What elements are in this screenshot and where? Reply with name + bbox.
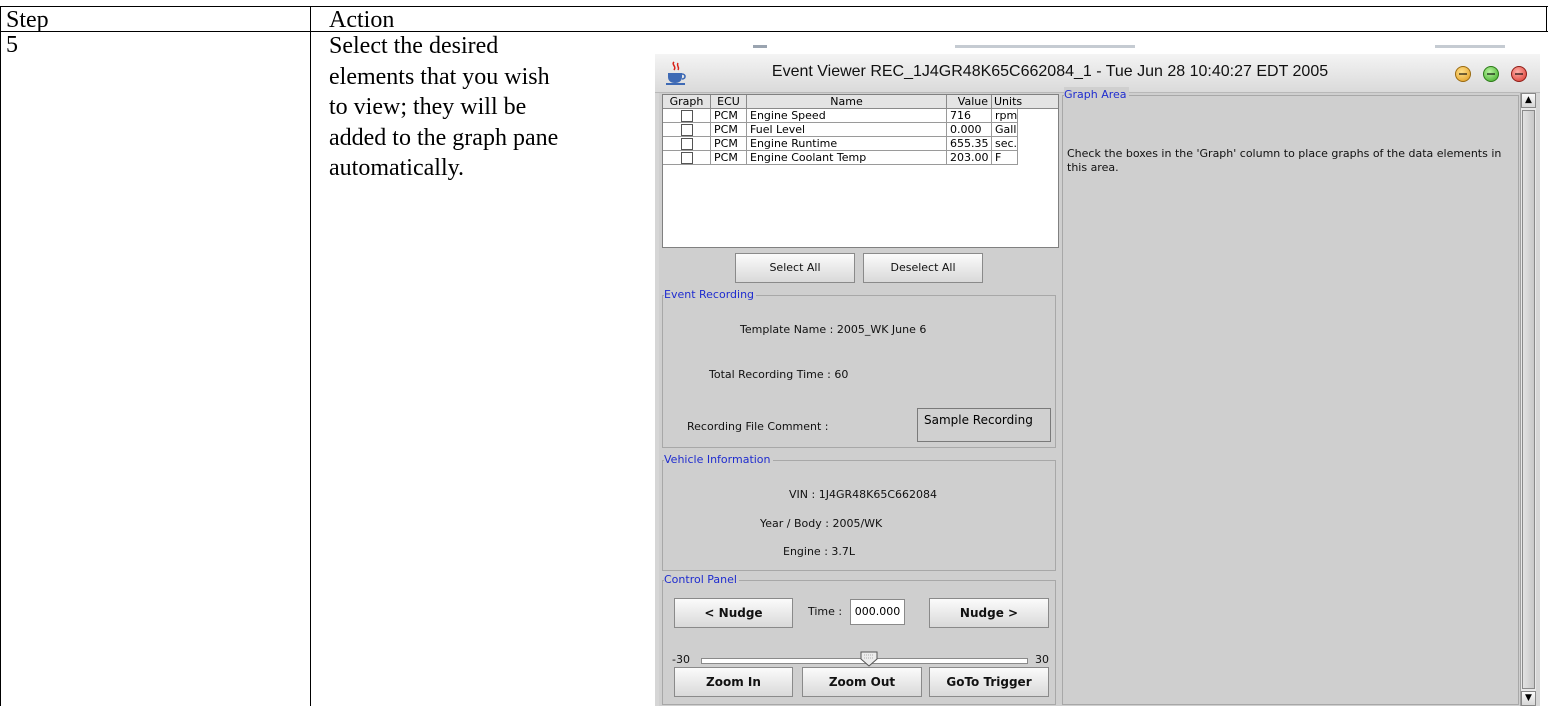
graph-checkbox[interactable] [681, 152, 693, 164]
graph-area-group: Graph Area Check the boxes in the 'Graph… [1062, 87, 1519, 705]
event-viewer-window: Event Viewer REC_1J4GR48K65C662084_1 - T… [655, 44, 1540, 706]
vin-label: VIN : 1J4GR48K65C662084 [789, 488, 937, 501]
column-header-graph[interactable]: Graph [663, 95, 711, 109]
close-icon[interactable] [1511, 66, 1527, 82]
total-recording-time-label: Total Recording Time : 60 [709, 368, 849, 381]
year-body-label: Year / Body : 2005/WK [760, 517, 883, 530]
slider-thumb-icon[interactable] [860, 651, 878, 667]
name-cell: Engine Speed [747, 109, 947, 123]
action-description: Select the desired elements that you wis… [329, 31, 649, 184]
time-label: Time : [808, 605, 843, 618]
units-cell: rpm [992, 109, 1018, 123]
table-top-border [0, 6, 1548, 7]
table-header-divider [0, 31, 1548, 32]
action-line: automatically. [329, 155, 465, 181]
zoom-in-button[interactable]: Zoom In [674, 667, 793, 697]
table-row[interactable]: PCM Engine Runtime 655.35 sec... [663, 137, 1058, 151]
nudge-back-button[interactable]: < Nudge [674, 598, 793, 628]
select-all-button[interactable]: Select All [735, 253, 855, 283]
units-cell: sec... [992, 137, 1018, 151]
control-panel-group: Control Panel < Nudge Time : 000.000 Nud… [662, 572, 1056, 705]
table-row[interactable]: PCM Engine Speed 716 rpm [663, 109, 1058, 123]
table-column-divider [310, 6, 311, 706]
event-recording-group: Event Recording Template Name : 2005_WK … [662, 287, 1056, 448]
column-header-name[interactable]: Name [747, 95, 947, 109]
time-field[interactable]: 000.000 [850, 599, 905, 625]
action-header: Action [329, 7, 395, 33]
graph-cell [663, 123, 711, 137]
action-line: to view; they will be [329, 94, 527, 120]
scroll-up-icon[interactable]: ▲ [1521, 93, 1536, 108]
vehicle-information-title: Vehicle Information [664, 452, 773, 468]
action-line: elements that you wish [329, 63, 550, 90]
action-line: Select the desired [329, 33, 499, 59]
table-left-border [0, 6, 1, 706]
table-right-border [1546, 6, 1547, 32]
graph-area-title: Graph Area [1064, 87, 1129, 103]
table-row[interactable]: PCM Fuel Level 0.000 Gall... [663, 123, 1058, 137]
nudge-forward-button[interactable]: Nudge > [929, 598, 1049, 628]
graph-area-message: Check the boxes in the 'Graph' column to… [1067, 147, 1502, 174]
graph-checkbox[interactable] [681, 110, 693, 122]
graph-cell [663, 137, 711, 151]
slider-min-label: -30 [672, 653, 690, 666]
scrollbar-thumb[interactable] [1522, 110, 1535, 689]
action-line: added to the graph pane [329, 124, 559, 151]
graph-checkbox[interactable] [681, 124, 693, 136]
recording-comment-field[interactable]: Sample Recording [917, 408, 1051, 442]
deselect-all-button[interactable]: Deselect All [863, 253, 983, 283]
graph-cell [663, 109, 711, 123]
control-panel-title: Control Panel [664, 572, 739, 588]
units-cell: Gall... [992, 123, 1018, 137]
maximize-icon[interactable] [1483, 66, 1499, 82]
graph-scrollbar[interactable]: ▲ ▼ [1520, 93, 1536, 706]
ecu-cell: PCM [711, 151, 747, 165]
event-recording-title: Event Recording [664, 287, 757, 303]
graph-checkbox[interactable] [681, 138, 693, 150]
step-number: 5 [6, 32, 18, 58]
window-content: Graph ECU Name Value Units PCM Engine Sp… [659, 87, 1536, 706]
zoom-out-button[interactable]: Zoom Out [802, 667, 922, 697]
ecu-cell: PCM [711, 123, 747, 137]
recording-comment-label: Recording File Comment : [687, 420, 829, 433]
column-header-ecu[interactable]: ECU [711, 95, 747, 109]
engine-label: Engine : 3.7L [783, 545, 856, 558]
ecu-cell: PCM [711, 137, 747, 151]
scroll-down-icon[interactable]: ▼ [1521, 691, 1536, 706]
column-header-units[interactable]: Units [992, 95, 1058, 109]
window-title: Event Viewer REC_1J4GR48K65C662084_1 - T… [771, 63, 1329, 80]
table-row[interactable]: PCM Engine Coolant Temp 203.00 F [663, 151, 1058, 165]
graph-cell [663, 151, 711, 165]
value-cell: 0.000 [947, 123, 992, 137]
units-cell: F [992, 151, 1018, 165]
goto-trigger-button[interactable]: GoTo Trigger [929, 667, 1049, 697]
template-name-label: Template Name : 2005_WK June 6 [740, 323, 927, 336]
name-cell: Fuel Level [747, 123, 947, 137]
ecu-cell: PCM [711, 109, 747, 123]
step-header: Step [6, 7, 49, 33]
name-cell: Engine Coolant Temp [747, 151, 947, 165]
name-cell: Engine Runtime [747, 137, 947, 151]
slider-max-label: 30 [1035, 653, 1049, 666]
value-cell: 203.00 [947, 151, 992, 165]
minimize-icon[interactable] [1455, 66, 1471, 82]
column-header-value[interactable]: Value [947, 95, 992, 109]
vehicle-information-group: Vehicle Information VIN : 1J4GR48K65C662… [662, 452, 1056, 571]
data-elements-table[interactable]: Graph ECU Name Value Units PCM Engine Sp… [662, 94, 1059, 248]
value-cell: 716 [947, 109, 992, 123]
value-cell: 655.35 [947, 137, 992, 151]
